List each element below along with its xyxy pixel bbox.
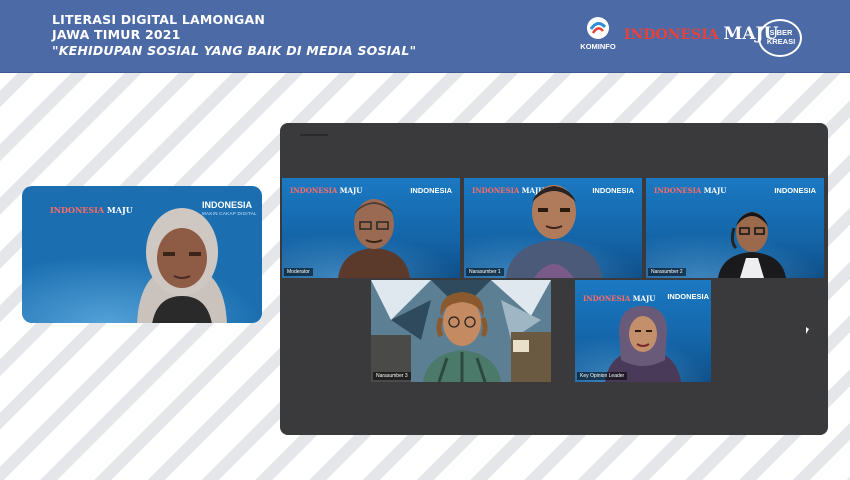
self-video-tile[interactable]: INDONESIA MAJU INDONESIA MAKIN CAKAP DIG… <box>22 186 262 323</box>
event-title: LITERASI DIGITAL LAMONGAN <box>52 12 266 27</box>
indonesia-maju-logo: INDONESIA MAJU <box>624 24 778 44</box>
participant-video <box>338 199 410 278</box>
participant-name-label: Narasumber 3 <box>373 372 411 380</box>
gallery-view-panel <box>280 123 828 435</box>
tile-indonesia-text: INDONESIA <box>774 186 816 195</box>
kominfo-mark-icon <box>587 17 609 39</box>
siberkreasi-logo: SIBER KREASI <box>758 19 802 57</box>
video-tile-3[interactable]: INDONESIA MAJU INDONESIA Narasumber 2 <box>646 178 824 278</box>
brand-maju: MAJU <box>703 186 727 195</box>
participant-name-label: Moderator <box>284 268 313 276</box>
participant-video <box>506 185 602 278</box>
participant-name-label: Narasumber 1 <box>466 268 504 276</box>
kominfo-label: KOMINFO <box>580 42 616 51</box>
participant-video <box>605 306 681 382</box>
video-tile-2[interactable]: INDONESIA MAJU INDONESIA Narasumber 1 <box>464 178 642 278</box>
participant-video <box>718 212 786 278</box>
participant-name-label: Key Opinion Leader <box>577 372 628 380</box>
tile-indonesia-text: INDONESIA <box>667 292 709 301</box>
mouse-cursor-icon <box>806 327 809 334</box>
participant-video <box>423 292 501 382</box>
indonesia-wordmark: INDONESIA <box>624 27 719 43</box>
tile-brand-logo: INDONESIA MAJU <box>654 186 726 195</box>
video-tile-5[interactable]: INDONESIA MAJU INDONESIA Key Opinion Lea… <box>575 280 711 382</box>
siberkreasi-wordmark: SIBER KREASI <box>764 28 798 46</box>
brand-indonesia: INDONESIA <box>290 186 338 195</box>
kominfo-logo: KOMINFO <box>578 16 618 60</box>
video-tile-1[interactable]: INDONESIA MAJU INDONESIA Moderator <box>282 178 460 278</box>
participant-video <box>137 208 227 323</box>
siberkreasi-line1: SIBER <box>769 28 793 37</box>
tile-indonesia-text: INDONESIA <box>410 186 452 195</box>
video-tile-4[interactable]: Narasumber 3 <box>371 280 551 382</box>
participant-name-label: Narasumber 2 <box>648 268 686 276</box>
event-theme: "KEHIDUPAN SOSIAL YANG BAIK DI MEDIA SOS… <box>52 43 417 58</box>
panel-divider <box>300 134 328 136</box>
brand-indonesia: INDONESIA <box>50 205 105 215</box>
event-banner: LITERASI DIGITAL LAMONGAN JAWA TIMUR 202… <box>0 0 850 73</box>
siberkreasi-line2: KREASI <box>766 37 796 46</box>
event-subtitle: JAWA TIMUR 2021 <box>52 27 181 42</box>
brand-indonesia: INDONESIA <box>654 186 702 195</box>
